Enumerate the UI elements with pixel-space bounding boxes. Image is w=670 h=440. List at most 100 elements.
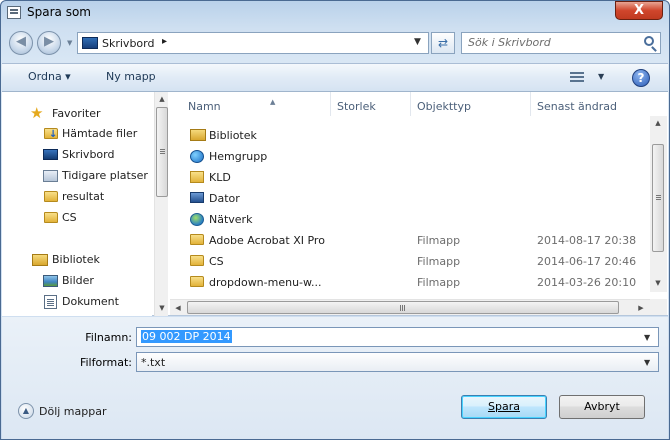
nav-favorites[interactable]: ★ Favoriter bbox=[2, 104, 152, 124]
filename-field[interactable]: 09 002 DP 2014 ▼ bbox=[136, 327, 659, 347]
nav-item-resultat[interactable]: resultat bbox=[2, 187, 152, 207]
hide-folders-label[interactable]: Dölj mappar bbox=[39, 405, 107, 418]
file-row[interactable]: KLD bbox=[170, 167, 648, 188]
file-name[interactable]: KLD bbox=[209, 171, 329, 184]
help-button[interactable]: ? bbox=[632, 69, 650, 87]
fileformat-label: Filformat: bbox=[79, 356, 132, 369]
file-row[interactable]: CS Filmapp 2014-06-17 20:46 bbox=[170, 251, 648, 272]
file-list-horizontal-scrollbar[interactable]: ◀ ▶ bbox=[170, 299, 650, 315]
network-icon bbox=[190, 213, 204, 226]
chevron-down-icon[interactable]: ▼ bbox=[644, 358, 650, 367]
window-title: Spara som bbox=[27, 5, 91, 19]
scroll-left-icon[interactable]: ◀ bbox=[170, 300, 186, 316]
back-arrow-icon: ◀ bbox=[16, 34, 26, 49]
file-list: Namn ▲ Storlek Objekttyp Senast ändrad B… bbox=[170, 92, 668, 316]
save-button-label[interactable]: Spara bbox=[488, 400, 520, 413]
nav-favorites-label[interactable]: Favoriter bbox=[52, 107, 100, 120]
scroll-down-icon[interactable]: ▼ bbox=[155, 301, 169, 315]
nav-item-label[interactable]: Skrivbord bbox=[62, 148, 114, 161]
file-name[interactable]: Nätverk bbox=[209, 213, 329, 226]
nav-item-documents[interactable]: Dokument bbox=[2, 292, 152, 312]
nav-item-label[interactable]: resultat bbox=[62, 190, 104, 203]
forward-button[interactable]: ▶ bbox=[37, 31, 61, 55]
scrollbar-thumb[interactable] bbox=[156, 107, 168, 197]
nav-item-label[interactable]: Bilder bbox=[62, 274, 94, 287]
file-row[interactable]: Dator bbox=[170, 188, 648, 209]
file-row[interactable]: Nätverk bbox=[170, 209, 648, 230]
search-input[interactable] bbox=[468, 36, 638, 49]
column-header-name[interactable]: Namn ▲ bbox=[188, 98, 275, 113]
column-header-modified[interactable]: Senast ändrad bbox=[537, 100, 617, 113]
file-name[interactable]: Bibliotek bbox=[209, 129, 329, 142]
nav-item-pictures[interactable]: Bilder bbox=[2, 271, 152, 291]
change-view-button[interactable]: ▼ bbox=[570, 70, 610, 86]
scroll-right-icon[interactable]: ▶ bbox=[633, 300, 649, 316]
nav-item-label[interactable]: Dokument bbox=[62, 295, 119, 308]
file-name[interactable]: Dator bbox=[209, 192, 329, 205]
address-dropdown[interactable]: ▼ bbox=[414, 37, 421, 47]
nav-item-label[interactable]: CS bbox=[62, 211, 77, 224]
scrollbar-corner bbox=[650, 299, 667, 315]
scroll-down-icon[interactable]: ▼ bbox=[651, 276, 665, 290]
navigation-pane-scrollbar[interactable]: ▲ ▼ bbox=[154, 92, 168, 316]
command-bar: Ordna ▾ Ny mapp ▼ ? bbox=[2, 63, 668, 92]
file-list-vertical-scrollbar[interactable]: ▲ ▼ bbox=[650, 116, 667, 292]
nav-item-downloads[interactable]: ↓ Hämtade filer bbox=[2, 124, 152, 144]
scrollbar-thumb[interactable] bbox=[187, 301, 619, 314]
navigation-bar: ◀ ▶ ▼ Skrivbord ▸ ▼ ⇄ bbox=[1, 27, 669, 61]
organize-button[interactable]: Ordna ▾ bbox=[28, 70, 71, 83]
scroll-up-icon[interactable]: ▲ bbox=[155, 92, 169, 106]
file-row[interactable]: Bibliotek bbox=[170, 125, 648, 146]
save-button[interactable]: Spara bbox=[461, 395, 547, 419]
close-button[interactable]: X bbox=[615, 1, 663, 20]
file-name[interactable]: Adobe Acrobat XI Pro bbox=[209, 234, 329, 247]
file-row[interactable]: dropdown-menu-w... Filmapp 2014-03-26 20… bbox=[170, 272, 648, 293]
cancel-button[interactable]: Avbryt bbox=[559, 395, 645, 419]
nav-item-label[interactable]: Tidigare platser bbox=[62, 169, 148, 182]
file-row[interactable]: Hemgrupp bbox=[170, 146, 648, 167]
nav-item-desktop[interactable]: Skrivbord bbox=[2, 145, 152, 165]
pictures-icon bbox=[43, 275, 58, 287]
star-icon: ★ bbox=[30, 104, 44, 122]
address-location[interactable]: Skrivbord bbox=[102, 37, 154, 50]
hide-folders-button[interactable]: ▲ Dölj mappar bbox=[18, 403, 128, 421]
save-options: Filnamn: 09 002 DP 2014 ▼ Filformat: *.t… bbox=[2, 317, 668, 439]
folder-icon bbox=[44, 212, 58, 223]
file-name[interactable]: CS bbox=[209, 255, 329, 268]
file-row[interactable]: Adobe Acrobat XI Pro Filmapp 2014-08-17 … bbox=[170, 230, 648, 251]
scrollbar-thumb[interactable] bbox=[652, 144, 664, 252]
filename-value[interactable]: 09 002 DP 2014 bbox=[141, 330, 232, 343]
chevron-up-icon[interactable]: ▲ bbox=[18, 403, 34, 419]
back-button[interactable]: ◀ bbox=[9, 31, 33, 55]
recent-pages-dropdown[interactable]: ▼ bbox=[67, 39, 72, 47]
search-box[interactable] bbox=[461, 32, 661, 54]
file-name[interactable]: dropdown-menu-w... bbox=[209, 276, 329, 289]
file-modified: 2014-06-17 20:46 bbox=[537, 255, 637, 268]
refresh-button[interactable]: ⇄ bbox=[431, 32, 455, 54]
fileformat-select[interactable]: *.txt ▼ bbox=[136, 352, 659, 372]
nav-libraries-label[interactable]: Bibliotek bbox=[52, 253, 100, 266]
library-icon bbox=[32, 254, 48, 266]
chevron-down-icon[interactable]: ▼ bbox=[644, 333, 650, 342]
address-bar[interactable]: Skrivbord ▸ ▼ bbox=[77, 32, 429, 54]
chevron-down-icon[interactable]: ▼ bbox=[598, 72, 604, 81]
library-icon bbox=[190, 129, 206, 141]
column-header-type[interactable]: Objekttyp bbox=[417, 100, 471, 113]
file-modified: 2014-03-26 20:10 bbox=[537, 276, 637, 289]
nav-item-recent-places[interactable]: Tidigare platser bbox=[2, 166, 152, 186]
file-name[interactable]: Hemgrupp bbox=[209, 150, 329, 163]
column-divider[interactable] bbox=[410, 92, 411, 116]
column-header-size[interactable]: Storlek bbox=[337, 100, 376, 113]
browser-area: ★ Favoriter ↓ Hämtade filer Skrivbord Ti… bbox=[2, 92, 668, 316]
nav-item-cs[interactable]: CS bbox=[2, 208, 152, 228]
column-divider[interactable] bbox=[530, 92, 531, 116]
breadcrumb-chevron-icon[interactable]: ▸ bbox=[162, 36, 167, 47]
column-divider[interactable] bbox=[330, 92, 331, 116]
fileformat-value[interactable]: *.txt bbox=[141, 356, 165, 369]
new-folder-button[interactable]: Ny mapp bbox=[106, 70, 156, 83]
nav-libraries[interactable]: Bibliotek bbox=[2, 250, 152, 270]
nav-item-label[interactable]: Hämtade filer bbox=[62, 127, 137, 140]
search-icon[interactable] bbox=[644, 36, 654, 46]
filename-label: Filnamn: bbox=[85, 331, 132, 344]
scroll-up-icon[interactable]: ▲ bbox=[651, 116, 665, 130]
